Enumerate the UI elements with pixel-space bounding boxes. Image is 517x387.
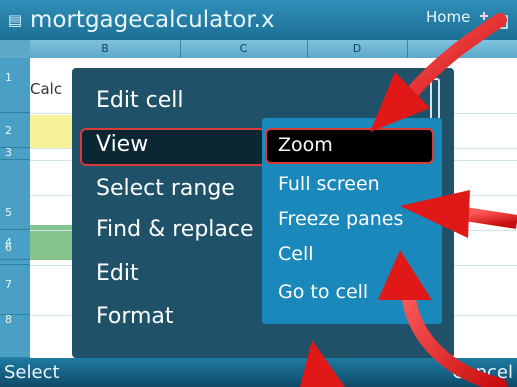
highlighted-cell-yellow[interactable] <box>30 115 72 148</box>
connectivity-icon <box>480 12 508 29</box>
row-header-3[interactable]: 3 <box>0 147 30 160</box>
row-header-2[interactable]: 2 <box>0 113 30 148</box>
column-headers: B C D E <box>30 40 517 58</box>
column-header-d[interactable]: D <box>307 40 408 58</box>
softkey-bar: Select Cancel <box>0 358 517 387</box>
select-softkey[interactable]: Select <box>4 358 60 387</box>
row-header-8[interactable]: 8 <box>0 314 30 358</box>
cancel-softkey[interactable]: Cancel <box>452 358 513 387</box>
submenu-item-go-to-cell[interactable]: Go to cell <box>278 279 368 305</box>
spreadsheet-document-icon: ▤ <box>7 11 23 29</box>
submenu-item-full-screen[interactable]: Full screen <box>278 171 380 197</box>
cell-a1[interactable]: Calc <box>30 80 62 98</box>
sheet-corner <box>0 40 30 58</box>
column-header-c[interactable]: C <box>180 40 308 58</box>
row-headers: 1 2 3 4 5 6 7 8 <box>0 58 30 358</box>
row-header-1[interactable]: 1 <box>0 58 30 113</box>
window-title: mortgagecalculator.x <box>30 7 275 33</box>
submenu-item-zoom[interactable]: Zoom <box>278 132 333 158</box>
menu-item-view[interactable]: View <box>96 130 148 160</box>
submenu-item-freeze-panes[interactable]: Freeze panes <box>278 206 403 232</box>
row-header-5[interactable]: 5 <box>0 195 30 230</box>
home-label[interactable]: Home <box>426 8 470 26</box>
menu-item-format[interactable]: Format <box>96 302 174 332</box>
menu-item-find-replace[interactable]: Find & replace <box>96 215 254 245</box>
row-header-6[interactable]: 6 <box>0 230 30 265</box>
row-header-7[interactable]: 7 <box>0 265 30 315</box>
menu-item-select-range[interactable]: Select range <box>96 174 235 204</box>
menu-item-edit-cell[interactable]: Edit cell <box>96 86 183 116</box>
submenu-item-cell[interactable]: Cell <box>278 241 314 267</box>
title-bar: ▤ mortgagecalculator.x Home <box>0 0 517 40</box>
column-header-b[interactable]: B <box>30 40 181 58</box>
menu-item-edit[interactable]: Edit <box>96 259 139 289</box>
column-header-e[interactable]: E <box>407 40 517 58</box>
